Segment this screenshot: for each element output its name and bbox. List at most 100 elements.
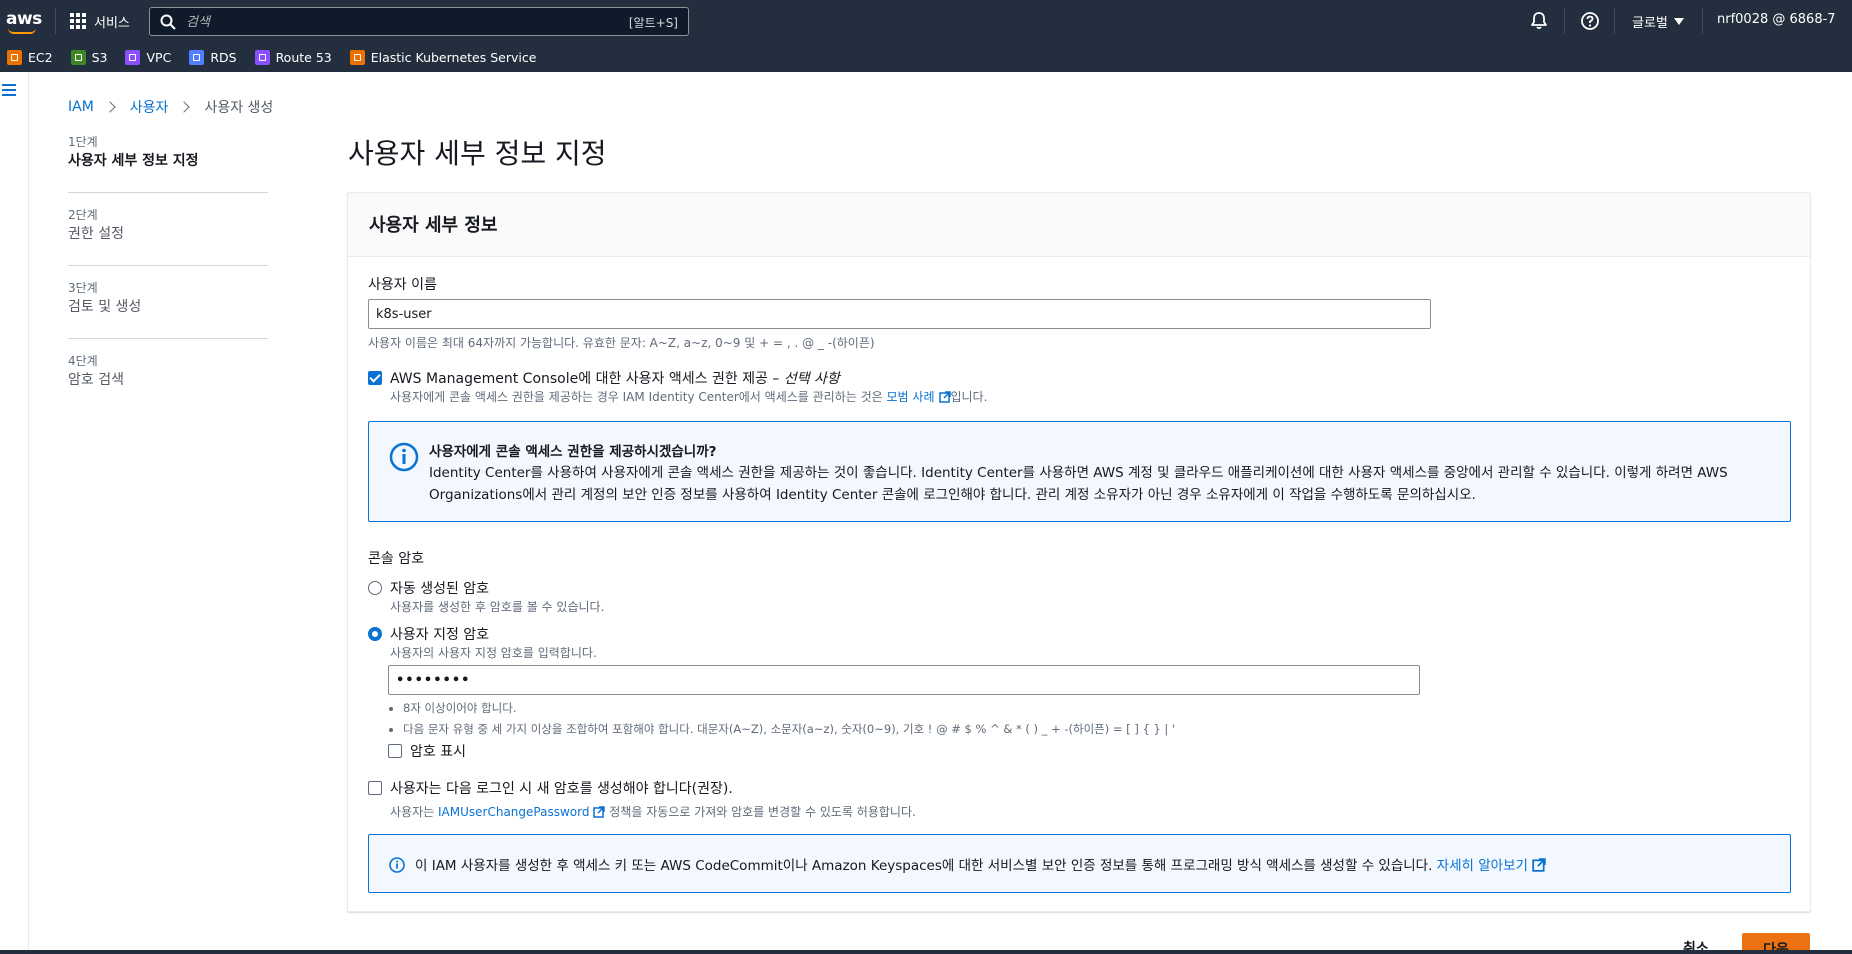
step-number: 2단계 [68, 208, 98, 222]
container-header: 사용자 세부 정보 [348, 193, 1810, 257]
optional-text: 선택 사항 [783, 371, 840, 387]
hamburger-menu-icon[interactable] [2, 84, 16, 98]
favorite-route53[interactable]: Route 53 [254, 49, 332, 65]
password-requirements: 8자 이상이어야 합니다. 다음 문자 유형 중 세 가지 이상을 조합하여 포… [403, 698, 1175, 740]
divider [1702, 8, 1703, 34]
step-title: 권한 설정 [68, 226, 124, 242]
breadcrumb-iam[interactable]: IAM [68, 99, 94, 115]
step-title: 암호 검색 [68, 372, 124, 388]
learn-more-link[interactable]: 자세히 알아보기 [1437, 858, 1528, 874]
console-access-text: AWS Management Console에 대한 사용자 액세스 권한 제공… [390, 371, 780, 387]
breadcrumb: IAM 사용자 사용자 생성 [68, 97, 273, 117]
external-link-icon [593, 806, 606, 818]
info-body: 이 IAM 사용자를 생성한 후 액세스 키 또는 AWS CodeCommit… [415, 858, 1433, 874]
eks-icon [349, 49, 365, 65]
hint-suffix: 입니다. [950, 390, 988, 404]
info-title: 사용자에게 콘솔 액세스 권한을 제공하시겠습니까? [429, 444, 717, 460]
step-number: 1단계 [68, 135, 98, 149]
info-body: Identity Center를 사용하여 사용자에게 콘솔 액세스 권한을 제… [429, 465, 1728, 503]
favorite-ec2[interactable]: EC2 [7, 49, 53, 65]
console-access-label: AWS Management Console에 대한 사용자 액세스 권한 제공… [390, 368, 840, 388]
hint-suffix: 정책을 자동으로 가져와 암호를 변경할 수 있도록 허용합니다. [609, 805, 916, 819]
step-4: 4단계 암호 검색 [68, 353, 268, 411]
step-number: 4단계 [68, 354, 98, 368]
auto-password-label: 자동 생성된 암호 [390, 581, 490, 597]
favorites-bar: EC2 S3 VPC RDS Route 53 Elastic Kubernet… [0, 42, 1852, 72]
step-title: 검토 및 생성 [68, 299, 142, 315]
divider [55, 8, 56, 34]
console-password-label: 콘솔 암호 [368, 551, 424, 567]
console-access-checkbox[interactable] [368, 371, 382, 385]
favorite-label: Route 53 [275, 49, 332, 65]
vpc-icon [125, 49, 141, 65]
wizard-steps: 1단계 사용자 세부 정보 지정 2단계 권한 설정 3단계 검토 및 생성 4… [68, 134, 268, 425]
hint-text: 사용자에게 콘솔 액세스 권한을 제공하는 경우 IAM Identity Ce… [390, 390, 883, 404]
show-password-checkbox[interactable] [388, 744, 402, 758]
external-link-icon [938, 391, 951, 403]
step-1: 1단계 사용자 세부 정보 지정 [68, 134, 268, 193]
custom-password-hint: 사용자의 사용자 지정 암호를 입력합니다. [390, 646, 597, 660]
username-hint: 사용자 이름은 최대 64자까지 가능합니다. 유효한 문자: A~Z, a~z… [368, 336, 875, 350]
must-reset-password-hint: 사용자는 IAMUserChangePassword 정책을 자동으로 가져와 … [390, 803, 916, 820]
ec2-icon [7, 49, 22, 65]
iam-user-change-password-link[interactable]: IAMUserChangePassword [438, 805, 589, 819]
username-label: 사용자 이름 [368, 277, 437, 293]
step-title: 사용자 세부 정보 지정 [68, 153, 199, 169]
region-label: 글로벌 [1632, 16, 1668, 31]
window-bottom-edge [0, 950, 1852, 954]
best-practice-link[interactable]: 모범 사례 [887, 390, 935, 404]
step-2: 2단계 권한 설정 [68, 207, 268, 266]
favorite-s3[interactable]: S3 [70, 49, 108, 65]
info-icon [389, 442, 419, 472]
aws-logo-smile [8, 28, 36, 34]
must-reset-password-checkbox[interactable] [368, 781, 382, 795]
bell-icon[interactable] [1529, 11, 1549, 31]
search-input[interactable] [186, 12, 586, 32]
custom-password-radio[interactable] [368, 627, 382, 641]
auto-password-hint: 사용자를 생성한 후 암호를 볼 수 있습니다. [390, 600, 605, 614]
divider [1614, 8, 1615, 34]
breadcrumb-current: 사용자 생성 [204, 100, 274, 116]
show-password-label: 암호 표시 [410, 744, 466, 760]
external-link-icon [1532, 858, 1546, 872]
favorite-label: S3 [91, 49, 108, 65]
step-number: 3단계 [68, 281, 98, 295]
s3-icon [70, 49, 86, 65]
custom-password-label: 사용자 지정 암호 [390, 627, 490, 643]
search-bar[interactable]: [알트+S] [149, 7, 689, 36]
auto-password-radio[interactable] [368, 581, 382, 595]
username-input[interactable] [368, 299, 1431, 329]
search-icon [160, 14, 176, 30]
grid-icon [70, 13, 86, 29]
programmatic-access-info-alert: 이 IAM 사용자를 생성한 후 액세스 키 또는 AWS CodeCommit… [368, 834, 1791, 893]
page-title: 사용자 세부 정보 지정 [348, 137, 607, 170]
aws-logo[interactable]: aws [6, 9, 42, 35]
divider [1564, 8, 1565, 34]
console-access-hint: 사용자에게 콘솔 액세스 권한을 제공하는 경우 IAM Identity Ce… [390, 388, 987, 405]
caret-down-icon [1673, 18, 1684, 25]
favorite-vpc[interactable]: VPC [125, 49, 171, 65]
breadcrumb-users[interactable]: 사용자 [130, 97, 169, 117]
requirement-item: 8자 이상이어야 합니다. [403, 698, 1175, 719]
chevron-right-icon [104, 101, 116, 113]
info-icon [389, 857, 405, 873]
favorite-rds[interactable]: RDS [189, 49, 237, 65]
services-label: 서비스 [94, 15, 130, 31]
chevron-right-icon [178, 101, 191, 113]
favorite-label: EC2 [28, 49, 53, 65]
aws-logo-text: aws [6, 9, 42, 29]
rds-icon [189, 49, 205, 65]
must-reset-password-label: 사용자는 다음 로그인 시 새 암호를 생성해야 합니다(권장). [390, 781, 733, 797]
info-text: 이 IAM 사용자를 생성한 후 액세스 키 또는 AWS CodeCommit… [415, 854, 1546, 874]
side-navigation-edge [28, 72, 29, 954]
top-bar: aws 서비스 [알트+S] 글로벌 nrf0028 @ 6868-7 [0, 0, 1852, 42]
services-menu-button[interactable]: 서비스 [70, 10, 130, 32]
account-menu[interactable]: nrf0028 @ 6868-7 [1717, 12, 1836, 27]
custom-password-input[interactable] [388, 665, 1420, 695]
region-selector[interactable]: 글로벌 [1632, 12, 1684, 31]
hint-text: 사용자는 [390, 805, 435, 819]
identity-center-info-alert: 사용자에게 콘솔 액세스 권한을 제공하시겠습니까? Identity Cent… [368, 421, 1791, 522]
route53-icon [254, 49, 270, 65]
favorite-eks[interactable]: Elastic Kubernetes Service [349, 49, 536, 65]
help-icon[interactable] [1580, 11, 1600, 31]
